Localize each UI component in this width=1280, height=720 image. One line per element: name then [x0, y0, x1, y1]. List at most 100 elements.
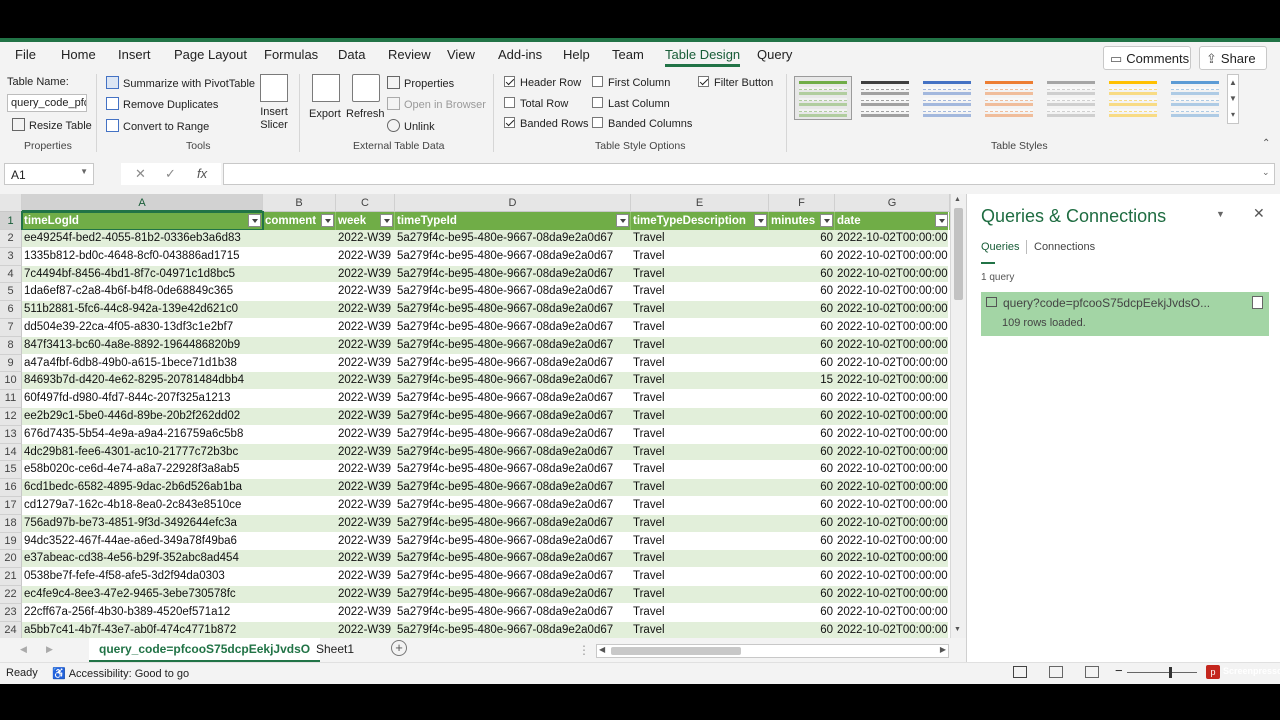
- table-cell[interactable]: Travel: [631, 390, 769, 408]
- table-cell[interactable]: 60: [769, 586, 835, 604]
- table-cell[interactable]: 2022-W39: [336, 444, 395, 462]
- sheet-tab-sheet1[interactable]: Sheet1: [306, 638, 364, 662]
- row-header[interactable]: 22: [0, 586, 22, 604]
- worksheet-grid[interactable]: A B C D E F G 1 timeLogId comment week t…: [0, 194, 966, 638]
- comments-button[interactable]: ▭ Comments: [1103, 46, 1191, 70]
- row-header[interactable]: 15: [0, 461, 22, 480]
- tab-view[interactable]: View: [447, 47, 475, 62]
- table-cell[interactable]: 2022-W39: [336, 568, 395, 586]
- column-header-d[interactable]: D: [395, 194, 631, 212]
- table-cell[interactable]: 2022-W39: [336, 248, 395, 266]
- table-cell[interactable]: 60: [769, 622, 835, 638]
- table-cell[interactable]: Travel: [631, 461, 769, 479]
- table-cell[interactable]: e37abeac-cd38-4e56-b29f-352abc8ad454: [22, 550, 263, 568]
- table-cell[interactable]: 5a279f4c-be95-480e-9667-08da9e2a0d67: [395, 337, 631, 355]
- column-header-e[interactable]: E: [631, 194, 769, 212]
- table-cell[interactable]: Travel: [631, 586, 769, 604]
- prev-sheet-icon[interactable]: ◀: [20, 644, 27, 655]
- name-box[interactable]: A1 ▼: [4, 163, 94, 185]
- row-header[interactable]: 2: [0, 230, 22, 248]
- table-style-swatch[interactable]: [856, 76, 914, 120]
- table-name-input[interactable]: query_code_pfcc: [7, 94, 87, 112]
- close-icon[interactable]: ✕: [1253, 205, 1265, 222]
- table-cell[interactable]: 5a279f4c-be95-480e-9667-08da9e2a0d67: [395, 497, 631, 515]
- table-cell[interactable]: 2022-W39: [336, 283, 395, 301]
- table-cell[interactable]: ee49254f-bed2-4055-81b2-0336eb3a6d83: [22, 230, 263, 248]
- row-header[interactable]: 17: [0, 497, 22, 515]
- table-cell[interactable]: Travel: [631, 426, 769, 444]
- table-cell[interactable]: [263, 533, 336, 551]
- table-cell[interactable]: 22cff67a-256f-4b30-b389-4520ef571a12: [22, 604, 263, 622]
- properties-button[interactable]: Properties: [387, 76, 454, 90]
- header-cell-minutes[interactable]: minutes: [769, 212, 835, 230]
- unlink-button[interactable]: Unlink: [387, 119, 435, 133]
- table-cell[interactable]: 2022-10-02T00:00:00: [835, 586, 950, 604]
- table-cell[interactable]: 5a279f4c-be95-480e-9667-08da9e2a0d67: [395, 444, 631, 462]
- pane-tab-queries[interactable]: Queries: [981, 241, 1020, 253]
- table-cell[interactable]: 2022-10-02T00:00:00: [835, 568, 950, 586]
- row-header[interactable]: 20: [0, 550, 22, 569]
- table-cell[interactable]: ee2b29c1-5be0-446d-89be-20b2f262dd02: [22, 408, 263, 426]
- table-cell[interactable]: 60f497fd-d980-4fd7-844c-207f325a1213: [22, 390, 263, 408]
- scroll-right-icon[interactable]: ▶: [940, 645, 946, 654]
- table-cell[interactable]: 2022-10-02T00:00:00: [835, 533, 950, 551]
- table-cell[interactable]: 60: [769, 230, 835, 248]
- table-cell[interactable]: [263, 355, 336, 373]
- row-header[interactable]: 18: [0, 514, 22, 533]
- tab-query[interactable]: Query: [757, 47, 792, 62]
- row-header[interactable]: 16: [0, 479, 22, 497]
- table-cell[interactable]: 2022-W39: [336, 426, 395, 444]
- table-cell[interactable]: 2022-10-02T00:00:00: [835, 550, 950, 568]
- table-cell[interactable]: 2022-W39: [336, 622, 395, 638]
- table-cell[interactable]: 2022-10-02T00:00:00: [835, 372, 950, 390]
- table-cell[interactable]: 60: [769, 301, 835, 319]
- table-cell[interactable]: [263, 319, 336, 337]
- table-cell[interactable]: 0538be7f-fefe-4f58-afe5-3d2f94da0303: [22, 568, 263, 586]
- table-cell[interactable]: Travel: [631, 622, 769, 638]
- table-cell[interactable]: 60: [769, 337, 835, 355]
- table-cell[interactable]: 5a279f4c-be95-480e-9667-08da9e2a0d67: [395, 355, 631, 373]
- table-cell[interactable]: 60: [769, 426, 835, 444]
- remove-duplicates-button[interactable]: Remove Duplicates: [106, 97, 218, 111]
- filter-dropdown-icon[interactable]: [935, 214, 948, 227]
- table-cell[interactable]: 5a279f4c-be95-480e-9667-08da9e2a0d67: [395, 372, 631, 390]
- query-item[interactable]: query?code=pfcooS75dcpEekjJvdsO... 109 r…: [981, 292, 1269, 336]
- table-cell[interactable]: Travel: [631, 372, 769, 390]
- table-cell[interactable]: 60: [769, 283, 835, 301]
- row-header[interactable]: 24: [0, 621, 22, 638]
- row-header[interactable]: 6: [0, 301, 22, 319]
- table-cell[interactable]: 84693b7d-d420-4e62-8295-20781484dbb4: [22, 372, 263, 390]
- row-header[interactable]: 21: [0, 568, 22, 586]
- table-cell[interactable]: 2022-10-02T00:00:00: [835, 604, 950, 622]
- tab-team[interactable]: Team: [612, 47, 644, 62]
- table-cell[interactable]: 60: [769, 248, 835, 266]
- table-cell[interactable]: 5a279f4c-be95-480e-9667-08da9e2a0d67: [395, 319, 631, 337]
- chevron-down-icon[interactable]: ▼: [80, 167, 88, 176]
- table-cell[interactable]: 511b2881-5fc6-44c8-942a-139e42d621c0: [22, 301, 263, 319]
- zoom-slider-thumb[interactable]: [1169, 667, 1172, 678]
- table-cell[interactable]: [263, 426, 336, 444]
- table-style-swatch[interactable]: [1166, 76, 1224, 120]
- table-cell[interactable]: 5a279f4c-be95-480e-9667-08da9e2a0d67: [395, 515, 631, 533]
- header-cell-week[interactable]: week: [336, 212, 395, 230]
- table-cell[interactable]: 5a279f4c-be95-480e-9667-08da9e2a0d67: [395, 533, 631, 551]
- expand-formula-icon[interactable]: ⌄: [1262, 167, 1270, 178]
- table-cell[interactable]: [263, 550, 336, 568]
- table-cell[interactable]: 5a279f4c-be95-480e-9667-08da9e2a0d67: [395, 461, 631, 479]
- table-cell[interactable]: [263, 586, 336, 604]
- table-cell[interactable]: 5a279f4c-be95-480e-9667-08da9e2a0d67: [395, 622, 631, 638]
- table-cell[interactable]: 2022-W39: [336, 515, 395, 533]
- table-cell[interactable]: 1da6ef87-c2a8-4b6f-b4f8-0de68849c365: [22, 283, 263, 301]
- sheet-tab-query[interactable]: query_code=pfcooS75dcpEekjJvdsO: [89, 638, 321, 662]
- filter-dropdown-icon[interactable]: [616, 214, 629, 227]
- table-cell[interactable]: Travel: [631, 355, 769, 373]
- vertical-scroll-thumb[interactable]: [954, 208, 963, 300]
- table-cell[interactable]: Travel: [631, 479, 769, 497]
- page-break-view-icon[interactable]: [1085, 666, 1099, 678]
- table-cell[interactable]: Travel: [631, 550, 769, 568]
- row-header[interactable]: 11: [0, 390, 22, 408]
- table-cell[interactable]: Travel: [631, 515, 769, 533]
- table-cell[interactable]: 94dc3522-467f-44ae-a6ed-349a78f49ba6: [22, 533, 263, 551]
- table-cell[interactable]: 15: [769, 372, 835, 390]
- header-cell-timetypeid[interactable]: timeTypeId: [395, 212, 631, 230]
